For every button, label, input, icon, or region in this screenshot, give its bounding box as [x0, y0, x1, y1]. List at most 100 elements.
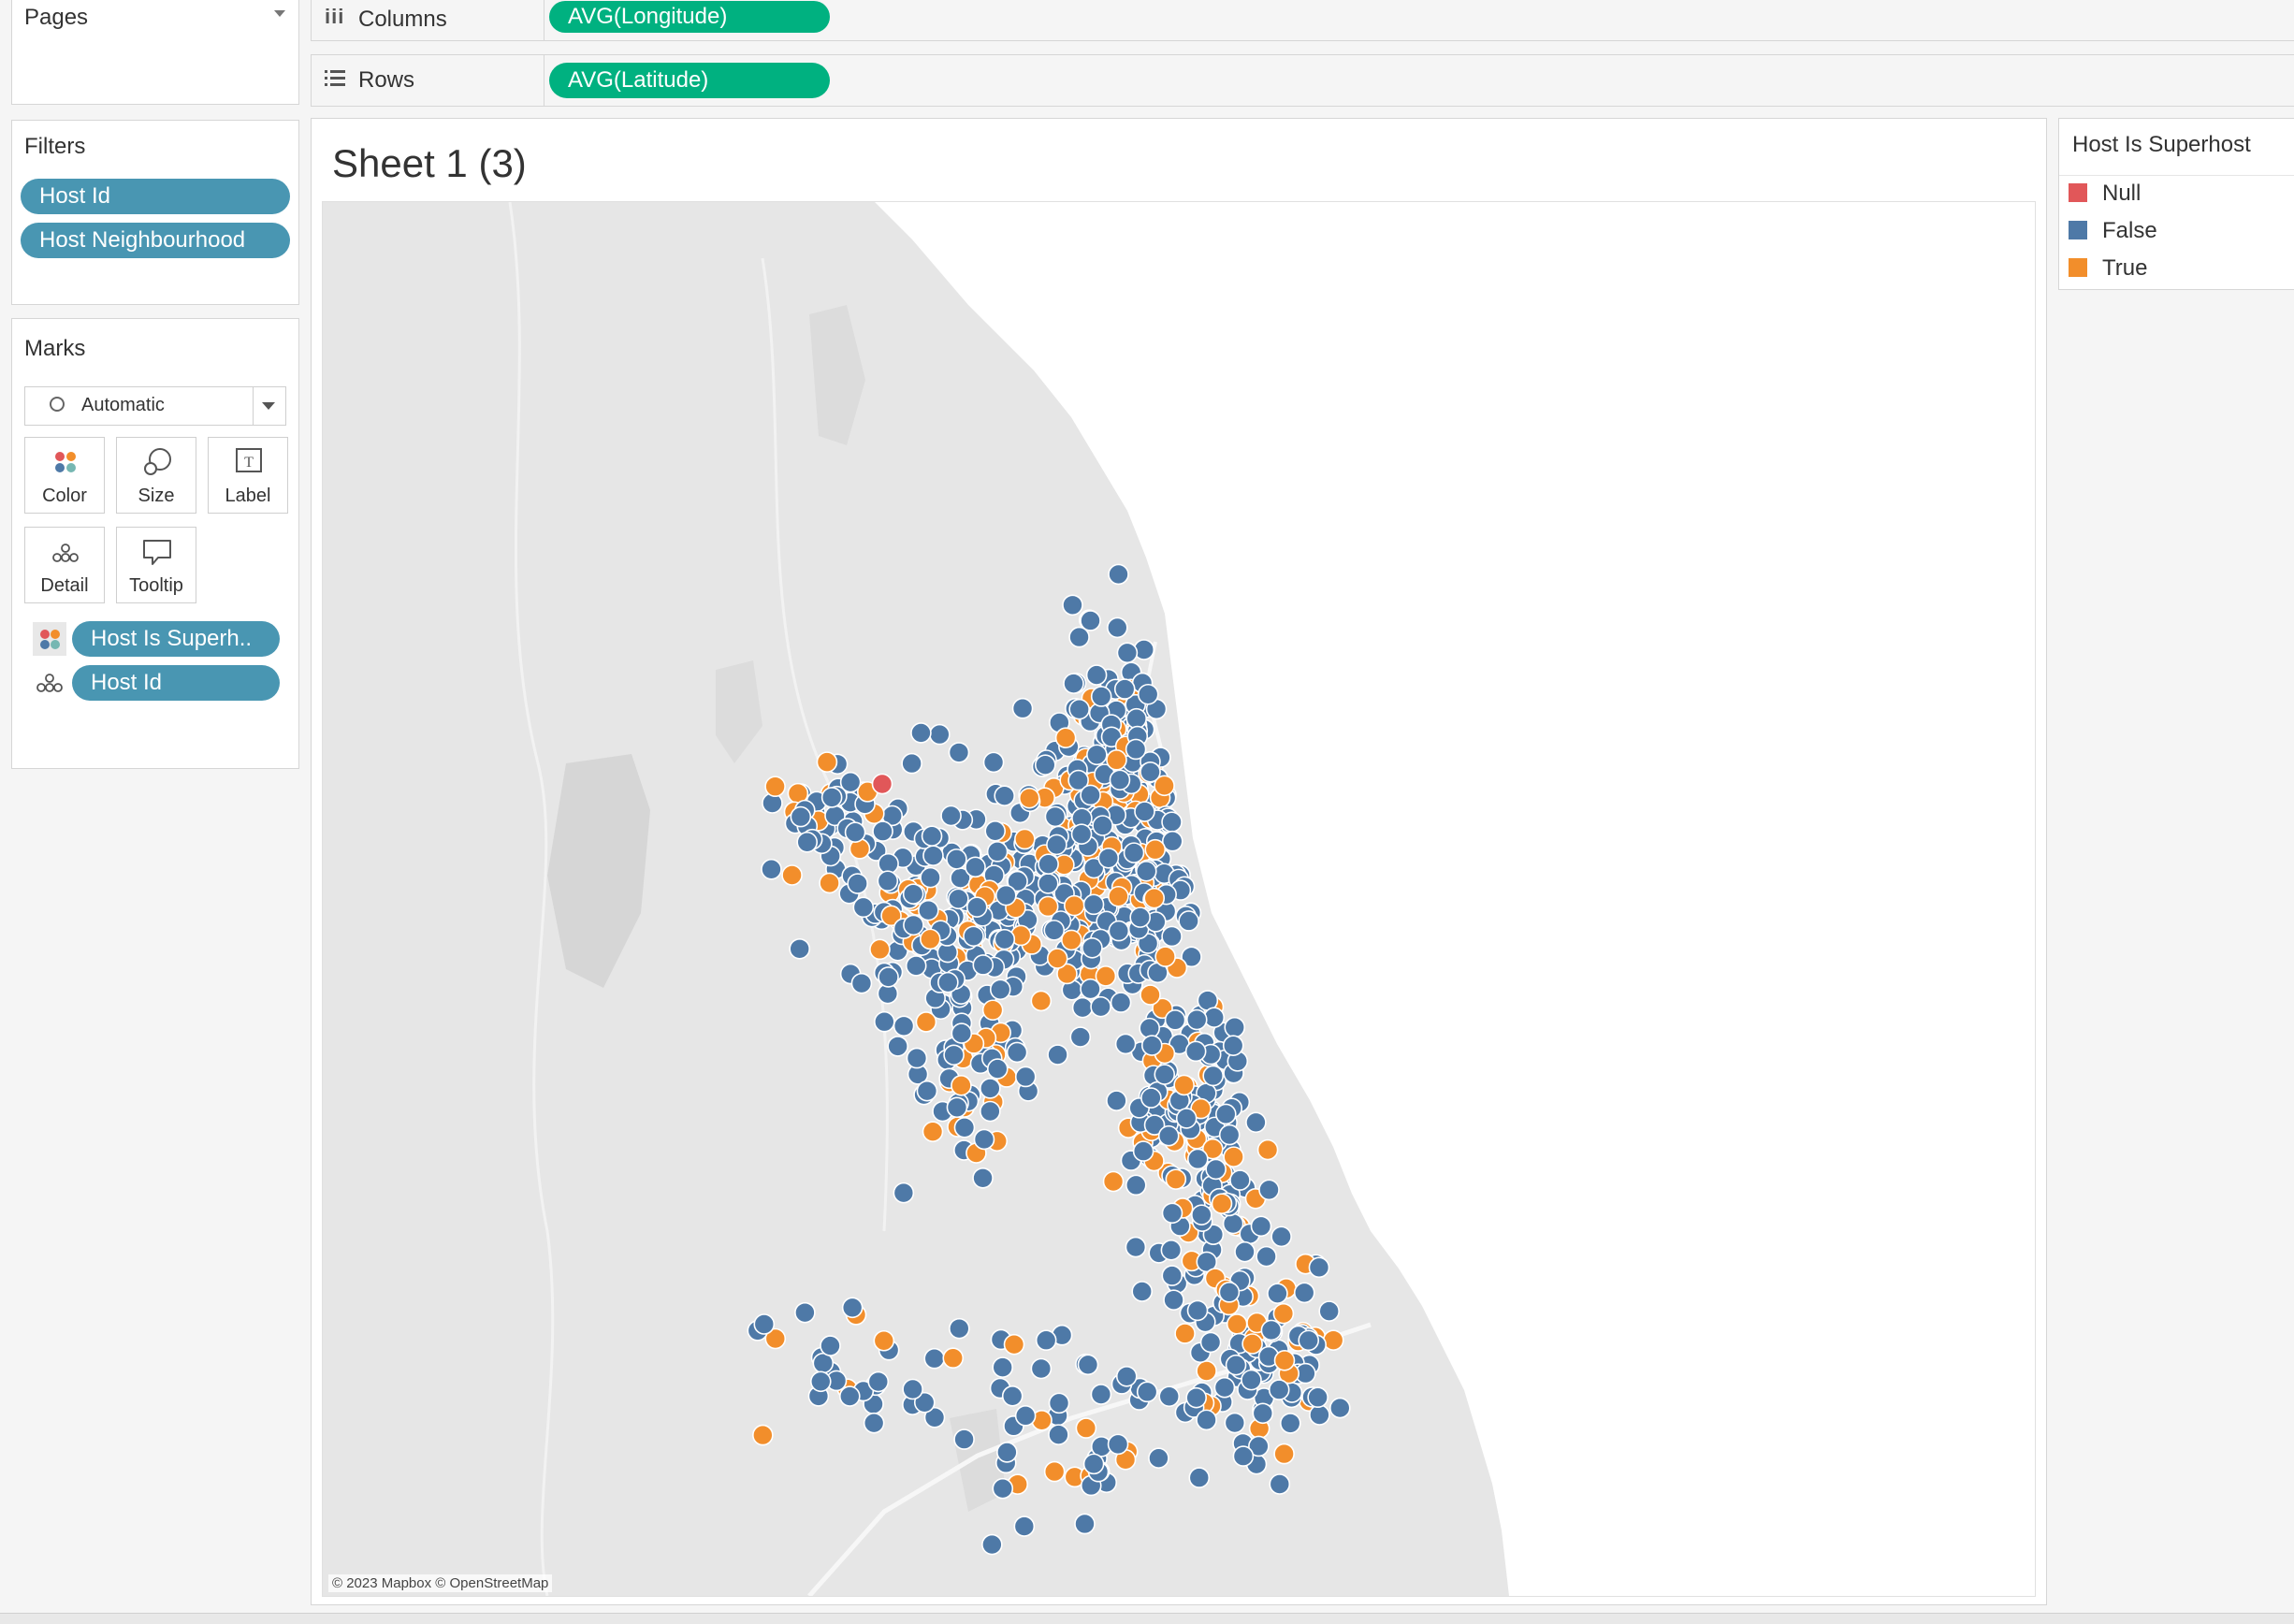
map-mark[interactable]	[1114, 1033, 1137, 1055]
map-mark[interactable]	[1046, 834, 1067, 856]
map-mark[interactable]	[1199, 1331, 1222, 1354]
map-mark[interactable]	[1222, 1035, 1244, 1056]
map-mark[interactable]	[1061, 929, 1082, 951]
map-mark[interactable]	[996, 1442, 1018, 1463]
map-mark[interactable]	[1044, 805, 1067, 828]
map-mark[interactable]	[872, 820, 893, 842]
filter-host-id-pill[interactable]: Host Id	[21, 179, 290, 214]
map-mark[interactable]	[943, 1044, 965, 1066]
map-mark[interactable]	[994, 785, 1016, 806]
map-mark[interactable]	[1043, 1460, 1066, 1483]
map-mark[interactable]	[1125, 1174, 1147, 1196]
map-mark[interactable]	[761, 858, 782, 880]
host-id-detail-pill[interactable]: Host Id	[72, 665, 280, 701]
map-mark[interactable]	[1030, 990, 1053, 1012]
map-mark[interactable]	[1035, 1329, 1057, 1352]
map-mark[interactable]	[1140, 984, 1161, 1006]
map-mark[interactable]	[946, 1096, 968, 1119]
map-area[interactable]: © 2023 Mapbox © OpenStreetMap	[322, 201, 2036, 1597]
avg-latitude-pill[interactable]: AVG(Latitude)	[549, 63, 830, 98]
map-mark[interactable]	[1106, 1090, 1127, 1111]
map-mark[interactable]	[1163, 1289, 1184, 1311]
map-mark[interactable]	[1329, 1397, 1351, 1419]
map-mark[interactable]	[1273, 1443, 1295, 1465]
map-mark[interactable]	[1115, 1365, 1138, 1387]
map-mark[interactable]	[1046, 948, 1068, 969]
map-mark[interactable]	[790, 805, 812, 828]
map-mark[interactable]	[905, 955, 927, 977]
map-mark[interactable]	[1229, 1169, 1251, 1191]
map-mark[interactable]	[1014, 1405, 1037, 1427]
map-mark[interactable]	[1082, 936, 1103, 959]
rows-shelf[interactable]: Rows AVG(Latitude)	[311, 54, 2294, 107]
map-mark[interactable]	[1186, 1148, 1209, 1170]
map-mark[interactable]	[1184, 1040, 1207, 1063]
map-mark[interactable]	[1140, 1087, 1162, 1109]
label-button[interactable]: T Label	[208, 437, 288, 514]
map-mark[interactable]	[918, 899, 939, 921]
map-mark[interactable]	[1013, 1515, 1036, 1537]
map-mark[interactable]	[1071, 996, 1094, 1019]
map-mark[interactable]	[1218, 1124, 1241, 1146]
map-mark[interactable]	[1241, 1369, 1262, 1391]
map-mark[interactable]	[986, 1058, 1009, 1080]
map-mark[interactable]	[1185, 1386, 1207, 1409]
map-mark[interactable]	[1003, 1333, 1025, 1356]
map-mark[interactable]	[1318, 1300, 1340, 1322]
map-mark[interactable]	[951, 1075, 972, 1096]
map-mark[interactable]	[871, 773, 893, 795]
map-mark[interactable]	[781, 864, 803, 886]
map-mark[interactable]	[1038, 853, 1059, 875]
map-mark[interactable]	[1154, 1064, 1176, 1085]
map-mark[interactable]	[1068, 698, 1090, 720]
map-mark[interactable]	[1186, 1299, 1209, 1322]
map-mark[interactable]	[1107, 616, 1128, 639]
map-mark[interactable]	[1191, 1204, 1212, 1225]
map-mark[interactable]	[994, 928, 1016, 950]
map-mark[interactable]	[1075, 1417, 1097, 1439]
map-mark[interactable]	[1164, 1009, 1186, 1031]
map-mark[interactable]	[852, 896, 875, 919]
legend-item-false[interactable]: False	[2069, 214, 2157, 248]
map-mark[interactable]	[902, 883, 924, 905]
map-mark[interactable]	[1234, 1240, 1256, 1263]
map-mark[interactable]	[1256, 1245, 1277, 1268]
map-mark[interactable]	[1014, 1066, 1037, 1088]
filter-host-neighbourhood-pill[interactable]: Host Neighbourhood	[21, 223, 290, 258]
map-mark[interactable]	[869, 938, 891, 961]
map-mark[interactable]	[1097, 847, 1120, 869]
mark-type-dropdown[interactable]: Automatic	[24, 386, 286, 426]
map-mark[interactable]	[1225, 1354, 1247, 1376]
map-mark[interactable]	[1205, 1158, 1227, 1181]
map-mark[interactable]	[820, 1335, 841, 1356]
map-mark[interactable]	[1108, 563, 1129, 586]
map-mark[interactable]	[1048, 1392, 1070, 1414]
map-mark[interactable]	[1014, 828, 1036, 850]
map-mark[interactable]	[1250, 1215, 1272, 1238]
map-mark[interactable]	[1272, 1302, 1295, 1325]
map-mark[interactable]	[1185, 1008, 1208, 1031]
map-mark[interactable]	[1018, 787, 1040, 809]
map-mark[interactable]	[1154, 946, 1176, 967]
map-mark[interactable]	[1161, 1202, 1183, 1225]
map-mark[interactable]	[1011, 697, 1034, 719]
map-mark[interactable]	[992, 1356, 1013, 1378]
map-mark[interactable]	[1085, 664, 1108, 686]
map-mark[interactable]	[1160, 1240, 1183, 1261]
map-mark[interactable]	[1196, 1360, 1217, 1382]
map-mark[interactable]	[1123, 842, 1145, 863]
map-mark[interactable]	[1070, 823, 1093, 845]
map-mark[interactable]	[1270, 1225, 1292, 1248]
map-mark[interactable]	[1074, 1513, 1096, 1535]
map-mark[interactable]	[1269, 1473, 1291, 1495]
map-mark[interactable]	[989, 979, 1011, 1001]
map-mark[interactable]	[1308, 1256, 1330, 1279]
map-mark[interactable]	[1203, 1007, 1226, 1028]
map-mark[interactable]	[1082, 893, 1105, 916]
map-mark[interactable]	[1006, 1041, 1028, 1064]
map-mark[interactable]	[893, 1182, 915, 1204]
map-mark[interactable]	[963, 925, 984, 948]
map-mark[interactable]	[953, 1428, 975, 1450]
map-mark[interactable]	[794, 1301, 816, 1324]
map-mark[interactable]	[847, 873, 868, 894]
